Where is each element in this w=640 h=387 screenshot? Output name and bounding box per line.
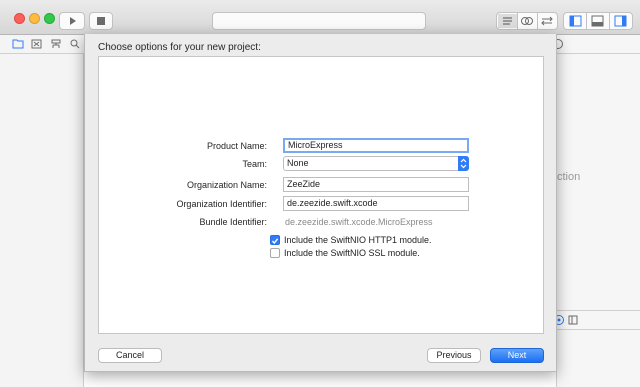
- ssl-option[interactable]: Include the SwiftNIO SSL module.: [270, 247, 420, 259]
- view-toggle-segmented-control[interactable]: [563, 12, 633, 30]
- bundle-identifier-value: de.zeezide.swift.xcode.MicroExpress: [285, 217, 433, 227]
- window-toolbar: [0, 0, 640, 35]
- previous-button[interactable]: Previous: [427, 348, 481, 363]
- debug-toggle-icon[interactable]: [591, 15, 604, 27]
- chevron-updown-icon: [458, 156, 469, 171]
- library-icon[interactable]: [568, 315, 578, 325]
- utilities-pane: ction: [554, 35, 640, 387]
- minimize-window-button[interactable]: [29, 13, 40, 24]
- inspector-selector-bar: [556, 35, 640, 54]
- editor-mode-segmented-control[interactable]: [496, 12, 558, 30]
- http1-checkbox[interactable]: [270, 235, 280, 245]
- activity-viewer: [212, 12, 426, 30]
- navigator-pane: [0, 54, 84, 387]
- sheet-title: Choose options for your new project:: [98, 42, 261, 53]
- checkmark-icon: [271, 238, 279, 245]
- no-selection-text: ction: [557, 171, 581, 183]
- run-button[interactable]: [59, 12, 85, 30]
- editor-standard-icon[interactable]: [498, 14, 517, 28]
- product-name-field[interactable]: MicroExpress: [283, 138, 469, 153]
- ssl-option-label: Include the SwiftNIO SSL module.: [284, 248, 420, 258]
- team-label: Team:: [242, 159, 267, 169]
- utilities-toggle-icon[interactable]: [614, 15, 627, 27]
- new-project-sheet: Choose options for your new project: Pro…: [84, 34, 557, 372]
- search-icon[interactable]: [70, 39, 80, 49]
- stop-button[interactable]: [89, 12, 113, 30]
- next-button[interactable]: Next: [490, 348, 544, 363]
- source-control-icon[interactable]: [31, 39, 42, 49]
- navigator-toggle-icon[interactable]: [569, 15, 582, 27]
- organization-identifier-label: Organization Identifier:: [176, 199, 267, 209]
- organization-name-field[interactable]: ZeeZide: [283, 177, 469, 192]
- folder-icon[interactable]: [12, 39, 24, 49]
- product-name-label: Product Name:: [206, 141, 267, 151]
- help-icon[interactable]: [556, 38, 566, 50]
- library-selector-bar: [554, 310, 640, 330]
- http1-option-label: Include the SwiftNIO HTTP1 module.: [284, 235, 432, 245]
- cancel-button[interactable]: Cancel: [98, 348, 162, 363]
- organization-name-label: Organization Name:: [186, 180, 267, 190]
- organization-identifier-field[interactable]: de.zeezide.swift.xcode: [283, 196, 469, 211]
- http1-option[interactable]: Include the SwiftNIO HTTP1 module.: [270, 234, 432, 246]
- editor-area: [84, 372, 557, 387]
- stop-icon: [97, 17, 105, 25]
- close-window-button[interactable]: [14, 13, 25, 24]
- editor-assistant-icon[interactable]: [521, 17, 533, 25]
- hierarchy-icon[interactable]: [51, 39, 61, 48]
- editor-version-icon[interactable]: [541, 16, 553, 26]
- zoom-window-button[interactable]: [44, 13, 55, 24]
- options-panel: Product Name: MicroExpress Team: None Or…: [98, 56, 544, 334]
- bundle-identifier-label: Bundle Identifier:: [199, 217, 267, 227]
- navigator-selector-bar: [0, 35, 84, 54]
- ssl-checkbox[interactable]: [270, 248, 280, 258]
- team-popup[interactable]: None: [283, 156, 469, 171]
- play-icon: [70, 17, 76, 25]
- team-selected-value: None: [287, 158, 309, 168]
